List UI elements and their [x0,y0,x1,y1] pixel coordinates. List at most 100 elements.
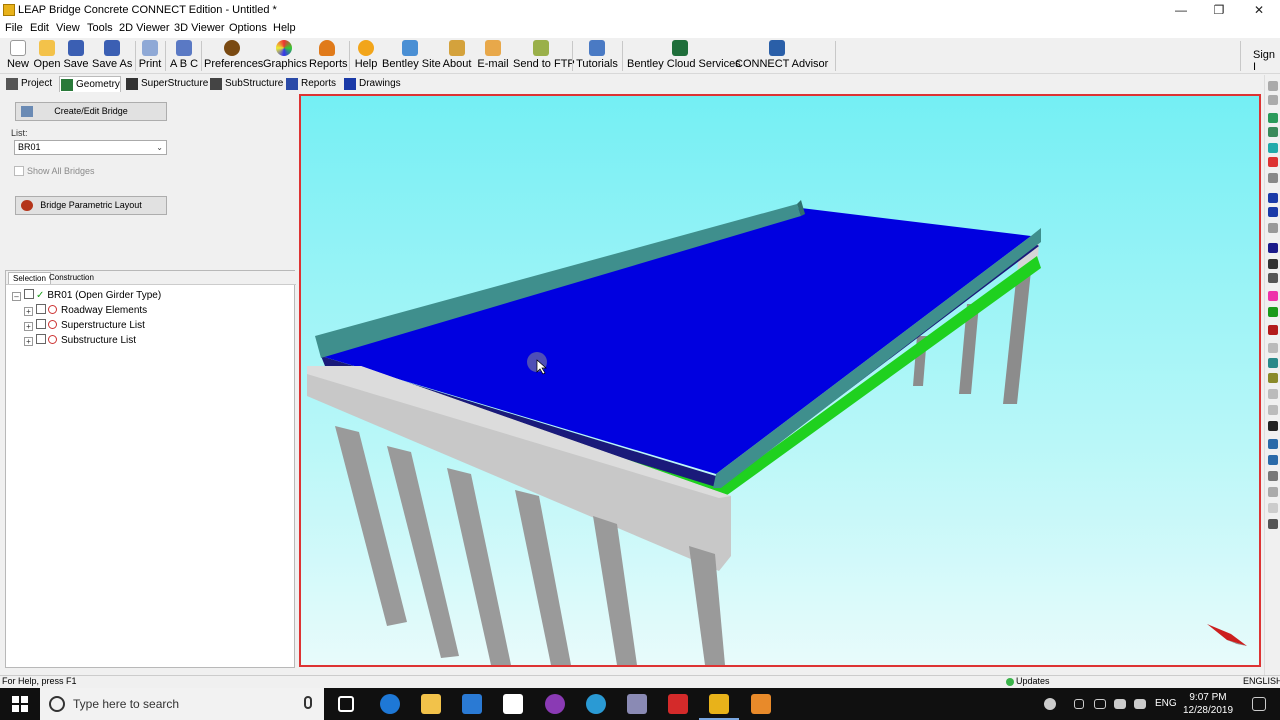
open-button[interactable]: Open [33,39,61,73]
tree-checkbox[interactable] [36,304,46,314]
menu-2d-viewer[interactable]: 2D Viewer [119,22,170,34]
tutorials-button[interactable]: Tutorials [576,39,618,73]
view-tool-icon[interactable] [1268,157,1278,167]
menu-3d-viewer[interactable]: 3D Viewer [174,22,225,34]
about-button[interactable]: About [441,39,473,73]
close-button[interactable]: ✕ [1240,0,1278,21]
expand-icon[interactable]: + [24,322,33,331]
bridge-list-select[interactable]: BR01 ⌄ [14,140,167,155]
taskbar-clock[interactable]: 9:07 PM 12/28/2019 [1180,691,1236,717]
menu-options[interactable]: Options [229,22,267,34]
windows-start-icon[interactable] [12,696,28,712]
expand-icon[interactable]: + [24,337,33,346]
zoom-in-icon[interactable] [1268,389,1278,399]
print-view-icon[interactable] [1268,519,1278,529]
notifications-icon[interactable] [1252,697,1266,711]
view-tool-icon[interactable] [1268,81,1278,91]
expand-icon[interactable]: + [24,307,33,316]
microphone-icon[interactable] [304,696,312,709]
input-language[interactable]: ENG [1155,698,1177,709]
view-tool-icon[interactable] [1268,471,1278,481]
view-tool-icon[interactable] [1268,243,1278,253]
view-tool-icon[interactable] [1268,455,1278,465]
bentley-cloud-button[interactable]: Bentley Cloud Services [627,39,741,73]
send-ftp-button[interactable]: Send to FTP [513,39,575,73]
tree-checkbox[interactable] [36,319,46,329]
view-tool-icon[interactable] [1268,259,1278,269]
menu-edit[interactable]: Edit [30,22,49,34]
sign-in-link[interactable]: Sign I [1253,49,1280,73]
abc-button[interactable]: A B C [169,39,199,73]
minimize-button[interactable]: — [1162,0,1200,21]
menu-file[interactable]: File [5,22,23,34]
print-button[interactable]: Print [138,39,162,73]
save-button[interactable]: Save [63,39,89,73]
task-view-icon[interactable] [338,696,354,712]
tree-node-substructure[interactable]: + Substructure List [24,334,136,348]
leap-bridge-taskbar-icon[interactable] [699,694,739,720]
app-icon-purple[interactable] [545,694,565,714]
save-as-button[interactable]: Save As [92,39,132,73]
show-all-bridges-checkbox[interactable]: Show All Bridges [14,166,95,176]
view-tool-icon[interactable] [1268,291,1278,301]
view-tool-icon[interactable] [1268,373,1278,383]
reports-button[interactable]: Reports [309,39,348,73]
pan-tool-icon[interactable] [1268,421,1278,431]
menu-tools[interactable]: Tools [87,22,113,34]
volume-icon[interactable] [1134,699,1146,709]
view-tool-icon[interactable] [1268,193,1278,203]
tree-checkbox[interactable] [24,289,34,299]
view-tool-icon[interactable] [1268,439,1278,449]
view-tool-icon[interactable] [1268,207,1278,217]
close-view-icon[interactable] [1268,173,1278,183]
telegram-icon[interactable] [586,694,606,714]
menu-view[interactable]: View [56,22,80,34]
bridge-parametric-layout-button[interactable]: Bridge Parametric Layout [15,196,167,215]
bentley-site-button[interactable]: Bentley Site [382,39,441,73]
view-tool-icon[interactable] [1268,143,1278,153]
recorder-icon[interactable] [751,694,771,714]
tab-superstructure[interactable]: SuperStructure [125,76,208,92]
connect-advisor-button[interactable]: CONNECT Advisor [735,39,828,73]
view-tool-icon[interactable] [1268,307,1278,317]
tree-tab-construction[interactable]: Construction [45,272,98,283]
tree-checkbox[interactable] [36,334,46,344]
tree-node-roadway[interactable]: + Roadway Elements [24,304,147,318]
tab-geometry[interactable]: Geometry [59,76,121,92]
store-icon[interactable] [462,694,482,714]
people-icon[interactable] [1044,698,1056,710]
view-tool-icon[interactable] [1268,127,1278,137]
collapse-icon[interactable]: – [12,292,21,301]
edge-browser-icon[interactable] [380,694,400,714]
view-tool-icon[interactable] [1268,487,1278,497]
help-button[interactable]: Help [353,39,379,73]
battery-icon[interactable] [1094,699,1106,709]
file-explorer-icon[interactable] [421,694,441,714]
preferences-button[interactable]: Preferences [204,39,263,73]
view-tool-icon[interactable] [1268,223,1278,233]
network-icon[interactable] [1114,699,1126,709]
updates-link[interactable]: Updates [1016,676,1050,686]
tray-chevron-icon[interactable] [1074,699,1084,709]
tree-node-superstructure[interactable]: + Superstructure List [24,319,145,333]
taskbar-search-box[interactable]: Type here to search [40,688,324,720]
tab-drawings[interactable]: Drawings [343,76,401,92]
email-button[interactable]: E-mail [476,39,510,73]
view-tool-icon[interactable] [1268,503,1278,513]
app-icon-gray[interactable] [627,694,647,714]
menu-help[interactable]: Help [273,22,296,34]
view-tool-icon[interactable] [1268,325,1278,335]
new-button[interactable]: New [5,39,31,73]
tab-reports[interactable]: Reports [285,76,336,92]
tree-root-node[interactable]: – ✓ BR01 (Open Girder Type) [12,289,161,303]
mail-icon[interactable] [503,694,523,714]
acrobat-icon[interactable] [668,694,688,714]
tab-substructure[interactable]: SubStructure [209,76,283,92]
restore-button[interactable]: ❐ [1200,0,1238,21]
zoom-out-icon[interactable] [1268,405,1278,415]
rotate-tool-icon[interactable] [1268,358,1278,368]
select-tool-icon[interactable] [1268,343,1278,353]
view-tool-icon[interactable] [1268,273,1278,283]
view-tool-icon[interactable] [1268,95,1278,105]
tab-project[interactable]: Project [5,76,52,92]
